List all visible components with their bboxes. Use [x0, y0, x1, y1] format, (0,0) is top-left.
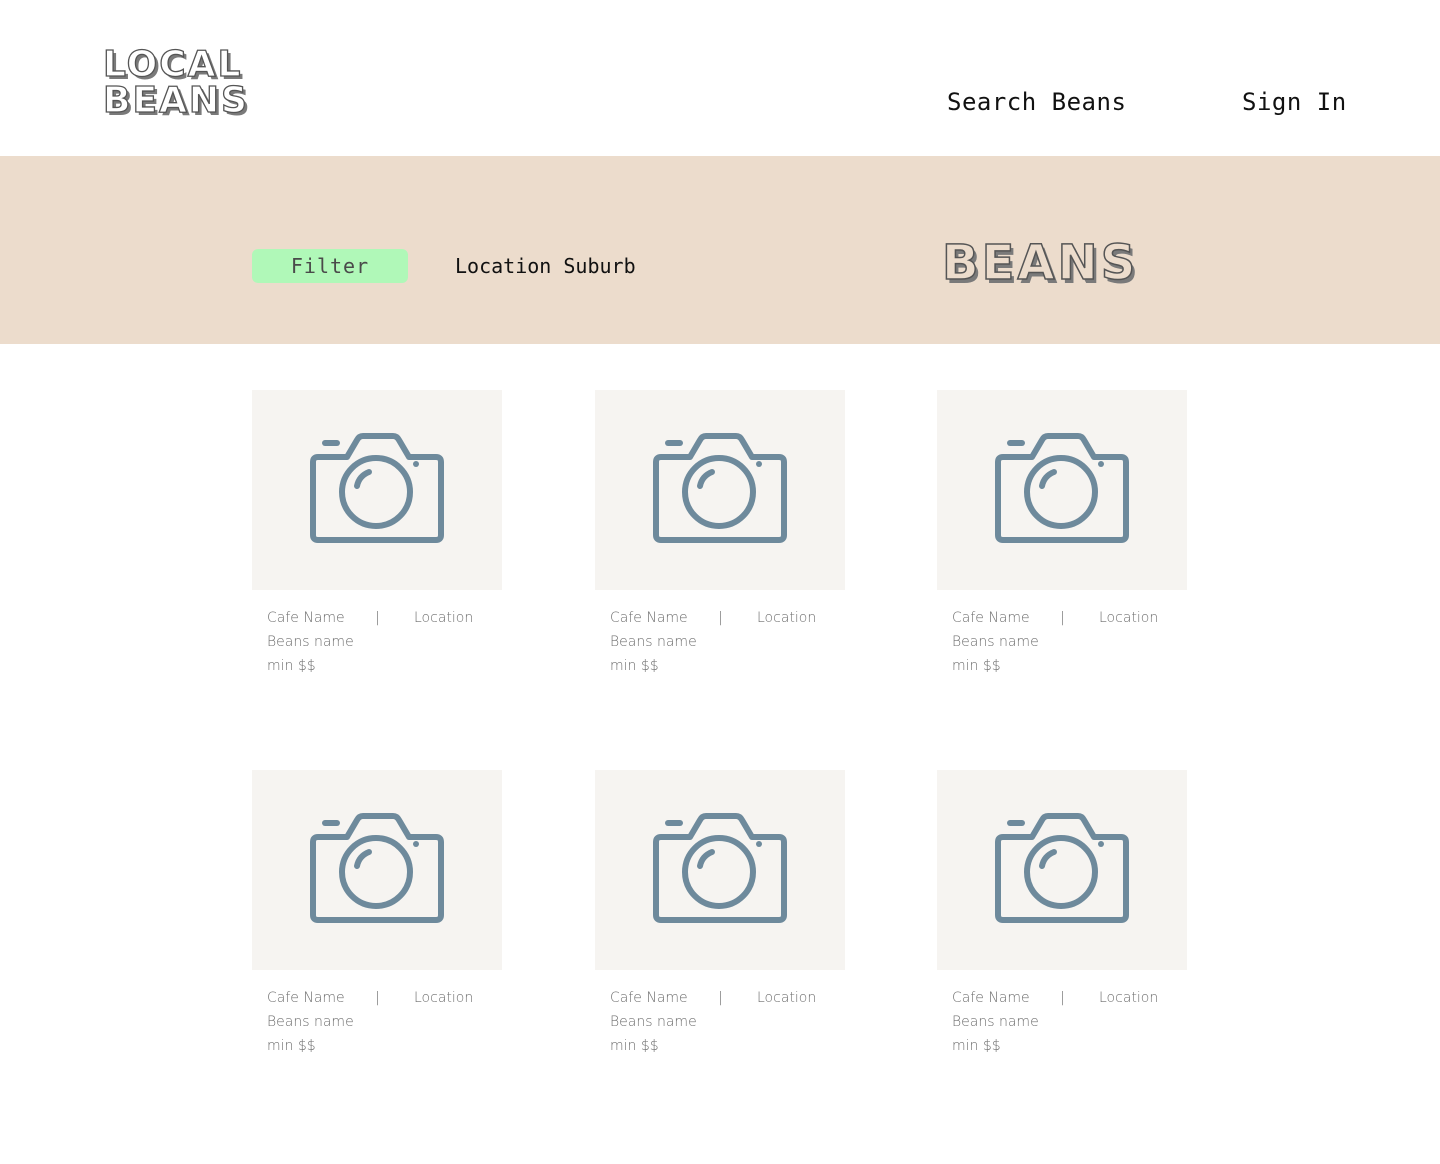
- cafe-location: Location: [1099, 990, 1159, 1006]
- min-price: min $$: [610, 1038, 659, 1054]
- cafe-location: Location: [757, 990, 817, 1006]
- filter-banner: Filter Location Suburb BEANS BEANS: [0, 156, 1440, 344]
- info-separator: |: [375, 610, 380, 626]
- beans-name: Beans name: [610, 634, 697, 650]
- beans-name: Beans name: [952, 1014, 1039, 1030]
- site-logo[interactable]: LOCAL BEANS LOCAL BEANS: [102, 43, 303, 124]
- beans-heading: BEANS BEANS: [940, 234, 1205, 295]
- cafe-image-placeholder: [937, 390, 1187, 590]
- cafe-card[interactable]: Cafe Name | Location Beans name min $$: [595, 390, 845, 690]
- cafe-card[interactable]: Cafe Name | Location Beans name min $$: [937, 390, 1187, 690]
- info-separator: |: [718, 610, 723, 626]
- beans-name: Beans name: [952, 634, 1039, 650]
- cafe-location: Location: [757, 610, 817, 626]
- camera-icon: [990, 812, 1134, 928]
- cafe-name: Cafe Name: [610, 990, 688, 1006]
- nav-search-beans[interactable]: Search Beans: [947, 88, 1126, 116]
- svg-text:BEANS: BEANS: [103, 80, 249, 118]
- camera-icon: [305, 812, 449, 928]
- filter-button[interactable]: Filter: [252, 249, 408, 283]
- nav-sign-in[interactable]: Sign In: [1242, 88, 1347, 116]
- cafe-card[interactable]: Cafe Name | Location Beans name min $$: [252, 390, 502, 690]
- camera-icon: [305, 432, 449, 548]
- cafe-image-placeholder: [937, 770, 1187, 970]
- cafe-location: Location: [414, 990, 474, 1006]
- cafe-card[interactable]: Cafe Name | Location Beans name min $$: [252, 770, 502, 1070]
- cafe-image-placeholder: [252, 390, 502, 590]
- location-suburb-selector[interactable]: Location Suburb: [455, 254, 636, 278]
- cafe-name: Cafe Name: [610, 610, 688, 626]
- min-price: min $$: [610, 658, 659, 674]
- cafe-location: Location: [414, 610, 474, 626]
- beans-name: Beans name: [267, 634, 354, 650]
- cafe-name: Cafe Name: [267, 610, 345, 626]
- info-separator: |: [718, 990, 723, 1006]
- camera-icon: [990, 432, 1134, 548]
- camera-icon: [648, 812, 792, 928]
- cafe-name: Cafe Name: [267, 990, 345, 1006]
- beans-name: Beans name: [610, 1014, 697, 1030]
- min-price: min $$: [952, 658, 1001, 674]
- cafe-name: Cafe Name: [952, 990, 1030, 1006]
- svg-text:LOCAL: LOCAL: [103, 44, 242, 85]
- min-price: min $$: [267, 1038, 316, 1054]
- camera-icon: [648, 432, 792, 548]
- cafe-location: Location: [1099, 610, 1159, 626]
- min-price: min $$: [267, 658, 316, 674]
- cafe-image-placeholder: [595, 770, 845, 970]
- cafe-image-placeholder: [252, 770, 502, 970]
- cafe-card[interactable]: Cafe Name | Location Beans name min $$: [937, 770, 1187, 1070]
- site-header: LOCAL BEANS LOCAL BEANS Search Beans Sig…: [0, 0, 1440, 156]
- cafe-image-placeholder: [595, 390, 845, 590]
- cafe-name: Cafe Name: [952, 610, 1030, 626]
- info-separator: |: [1060, 990, 1065, 1006]
- info-separator: |: [375, 990, 380, 1006]
- svg-text:BEANS: BEANS: [942, 235, 1138, 290]
- info-separator: |: [1060, 610, 1065, 626]
- beans-name: Beans name: [267, 1014, 354, 1030]
- min-price: min $$: [952, 1038, 1001, 1054]
- cafe-card[interactable]: Cafe Name | Location Beans name min $$: [595, 770, 845, 1070]
